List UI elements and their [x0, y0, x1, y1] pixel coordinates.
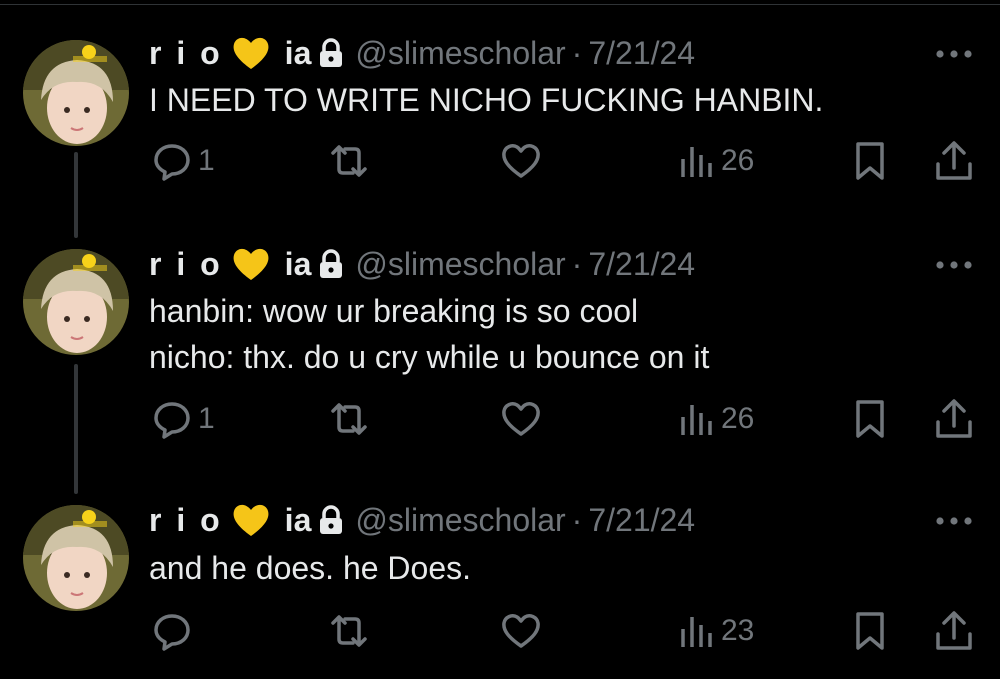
- lock-icon: [317, 505, 345, 535]
- user-handle[interactable]: @slimescholar: [355, 502, 565, 539]
- tweet-date[interactable]: 7/21/24: [588, 502, 695, 539]
- views-icon: [679, 611, 715, 651]
- view-count: 23: [721, 614, 755, 647]
- avatar[interactable]: [23, 505, 129, 611]
- bookmark-icon: [854, 610, 886, 652]
- separator-dot: ·: [571, 501, 583, 538]
- like-button[interactable]: [500, 609, 548, 653]
- action-bar: 23: [0, 609, 1000, 653]
- retweet-button[interactable]: [327, 609, 377, 653]
- retweet-icon: [327, 611, 371, 651]
- reply-button[interactable]: [152, 609, 198, 653]
- views-button[interactable]: 23: [679, 609, 754, 653]
- share-button[interactable]: [934, 609, 974, 653]
- like-icon: [500, 611, 542, 651]
- display-name[interactable]: r i o: [149, 502, 223, 539]
- more-icon[interactable]: [934, 514, 974, 526]
- bookmark-button[interactable]: [854, 609, 886, 653]
- share-icon: [934, 610, 974, 652]
- display-name-suffix[interactable]: ia: [285, 502, 312, 539]
- yellow-heart-icon: [231, 500, 271, 540]
- reply-icon: [152, 611, 192, 651]
- tweet[interactable]: r i o ia @slimescholar · 7/21/24 and he …: [0, 0, 1000, 679]
- tweet-header: r i o ia @slimescholar · 7/21/24: [149, 497, 695, 543]
- tweet-text-line: and he does. he Does.: [149, 550, 472, 586]
